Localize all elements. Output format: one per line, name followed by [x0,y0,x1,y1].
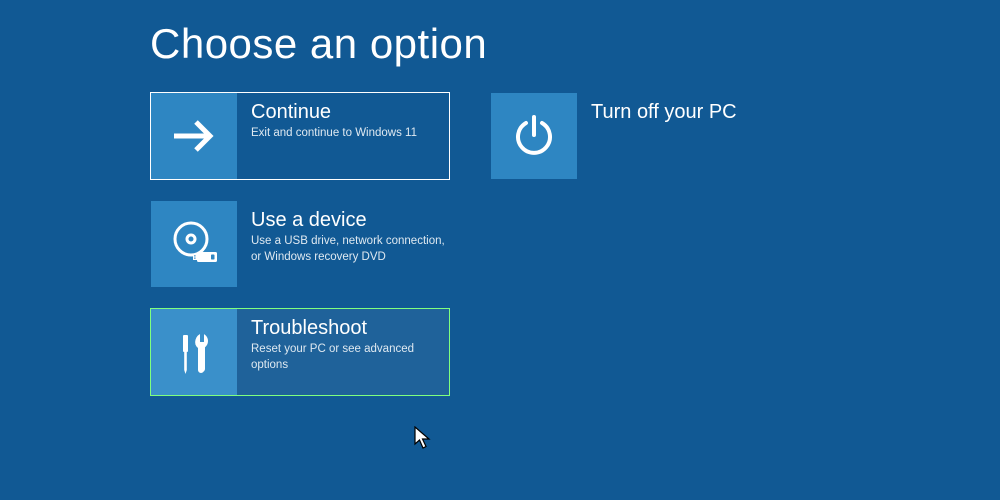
option-label: Use a device [251,209,445,232]
arrow-right-icon [151,93,237,179]
option-tile-turn-off[interactable]: Turn off your PC [490,92,790,180]
option-text: Continue Exit and continue to Windows 11 [237,93,421,179]
option-description: Use a USB drive, network connection, or … [251,234,445,265]
page-title: Choose an option [150,20,1000,68]
option-text: Troubleshoot Reset your PC or see advanc… [237,309,449,395]
option-label: Continue [251,101,417,124]
option-text: Turn off your PC [577,93,741,179]
recovery-option-screen: Choose an option Continue Exit and conti… [0,0,1000,396]
option-tile-continue[interactable]: Continue Exit and continue to Windows 11 [150,92,450,180]
option-text: Use a device Use a USB drive, network co… [237,201,449,287]
disc-usb-icon [151,201,237,287]
power-icon [491,93,577,179]
option-tile-use-a-device[interactable]: Use a device Use a USB drive, network co… [150,200,450,288]
option-description: Exit and continue to Windows 11 [251,126,417,142]
option-label: Troubleshoot [251,317,445,340]
right-column: Turn off your PC [490,92,790,396]
option-tile-troubleshoot[interactable]: Troubleshoot Reset your PC or see advanc… [150,308,450,396]
option-columns: Continue Exit and continue to Windows 11 [150,92,1000,396]
tools-icon [151,309,237,395]
left-column: Continue Exit and continue to Windows 11 [150,92,450,396]
option-description: Reset your PC or see advanced options [251,342,445,373]
option-label: Turn off your PC [591,101,737,124]
mouse-cursor-icon [414,426,432,450]
